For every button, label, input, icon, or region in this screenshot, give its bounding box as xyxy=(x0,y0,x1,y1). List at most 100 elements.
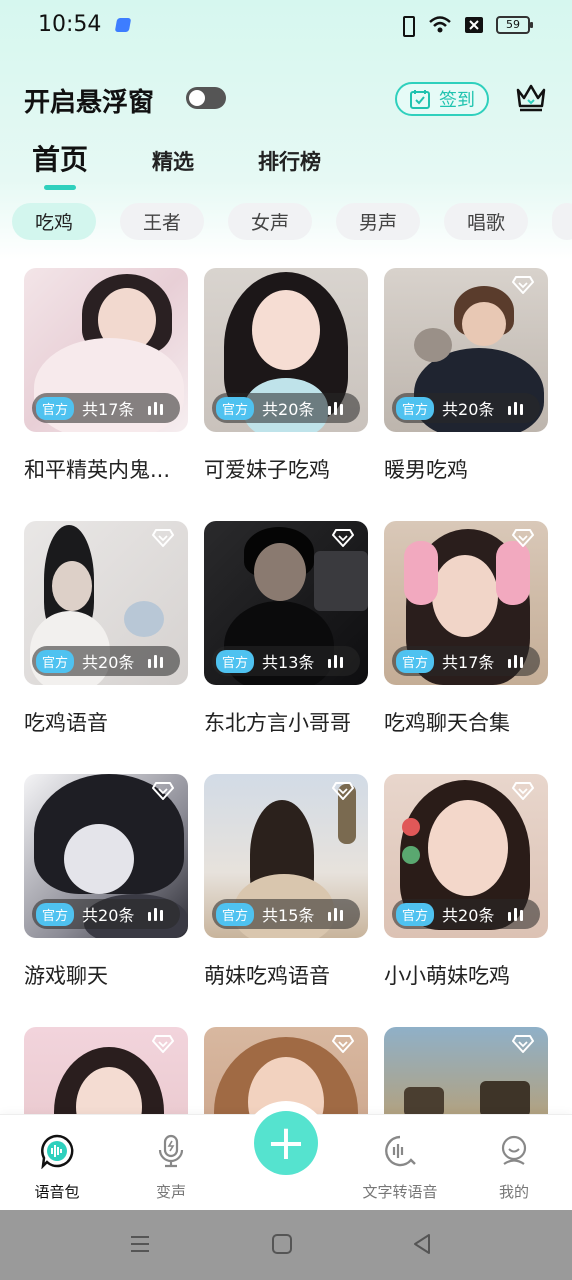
vip-diamond-icon xyxy=(332,782,354,800)
item-count: 共13条 xyxy=(262,653,315,672)
voice-pack-thumbnail: 官方 共20条 xyxy=(384,268,548,432)
app-notification-icon xyxy=(114,18,132,32)
profile-icon xyxy=(501,1135,527,1165)
checkin-button[interactable]: 签到 xyxy=(395,82,489,116)
chip-chicken[interactable]: 吃鸡 xyxy=(12,203,96,240)
audio-bars-icon xyxy=(328,654,344,668)
audio-bars-icon xyxy=(508,907,524,921)
system-nav-bar xyxy=(0,1210,572,1280)
plus-icon: + xyxy=(265,1115,307,1171)
audio-bars-icon xyxy=(148,907,164,921)
item-count: 共20条 xyxy=(442,906,495,925)
vip-diamond-icon xyxy=(512,276,534,294)
audio-bars-icon xyxy=(508,654,524,668)
voice-pack-card[interactable]: 官方 共20条 游戏聊天 xyxy=(24,774,188,1027)
mic-icon xyxy=(158,1134,184,1168)
chip-male-voice[interactable]: 男声 xyxy=(336,203,420,240)
status-icons: 59 xyxy=(398,14,533,37)
card-title: 游戏聊天 xyxy=(24,964,108,988)
voice-pack-card[interactable]: 官方 共20条 可爱妹子吃鸡 xyxy=(204,268,368,521)
vip-diamond-icon xyxy=(152,529,174,547)
card-title: 吃鸡语音 xyxy=(24,711,108,735)
official-tag: 官方 xyxy=(36,396,75,420)
vip-diamond-icon xyxy=(152,1035,174,1053)
nav-profile-label: 我的 xyxy=(498,1183,529,1201)
official-tag: 官方 xyxy=(396,396,435,420)
meta-pill: 官方 共17条 xyxy=(392,646,540,676)
nav-profile[interactable]: 我的 xyxy=(464,1133,564,1202)
voice-pack-thumbnail: 官方 共20条 xyxy=(204,268,368,432)
tab-home-label: 首页 xyxy=(32,144,89,175)
official-tag: 官方 xyxy=(216,649,255,673)
audio-bars-icon xyxy=(508,401,524,415)
voice-pack-card[interactable]: 官方 共13条 东北方言小哥哥 xyxy=(204,521,368,774)
item-count: 共20条 xyxy=(82,906,135,925)
wifi-icon xyxy=(428,15,452,35)
chip-more[interactable] xyxy=(552,203,572,240)
voice-pack-card[interactable]: 官方 共17条 和平精英内鬼... xyxy=(24,268,188,521)
official-tag: 官方 xyxy=(396,649,435,673)
toggle-knob xyxy=(189,90,205,106)
battery-indicator: 59 xyxy=(496,16,533,34)
item-count: 共20条 xyxy=(262,400,315,419)
checkin-label: 签到 xyxy=(439,90,475,111)
tab-featured[interactable]: 精选 xyxy=(152,146,194,176)
vip-diamond-icon xyxy=(332,1035,354,1053)
item-count: 共20条 xyxy=(82,653,135,672)
no-sim-icon xyxy=(464,16,484,34)
tab-home[interactable]: 首页 xyxy=(32,138,89,190)
voice-pack-card[interactable]: 官方 共15条 萌妹吃鸡语音 xyxy=(204,774,368,1027)
audio-bars-icon xyxy=(148,401,164,415)
bottom-nav: 语音包 变声 + 文字转语音 我的 xyxy=(0,1101,572,1210)
voice-pack-thumbnail: 官方 共20条 xyxy=(24,521,188,685)
voice-pack-thumbnail: 官方 共15条 xyxy=(204,774,368,938)
chip-singing[interactable]: 唱歌 xyxy=(444,203,528,240)
item-count: 共17条 xyxy=(442,653,495,672)
meta-pill: 官方 共17条 xyxy=(32,393,180,423)
back-icon[interactable] xyxy=(410,1232,434,1260)
crown-icon[interactable] xyxy=(514,80,548,114)
card-title: 萌妹吃鸡语音 xyxy=(204,964,330,988)
menu-icon[interactable] xyxy=(128,1232,152,1260)
calendar-check-icon xyxy=(410,90,430,109)
nav-voice-pack[interactable]: 语音包 xyxy=(7,1133,107,1202)
text-to-speech-icon xyxy=(385,1135,416,1167)
meta-pill: 官方 共13条 xyxy=(212,646,360,676)
home-icon[interactable] xyxy=(270,1232,294,1260)
card-title: 和平精英内鬼... xyxy=(24,458,171,482)
float-window-toggle[interactable] xyxy=(186,87,226,109)
status-bar: 10:54 59 xyxy=(0,0,572,52)
category-chips: 吃鸡 王者 女声 男声 唱歌 xyxy=(12,203,572,240)
item-count: 共17条 xyxy=(82,400,135,419)
voice-pack-card[interactable]: 官方 共20条 吃鸡语音 xyxy=(24,521,188,774)
add-button[interactable]: + xyxy=(254,1111,318,1175)
chip-king[interactable]: 王者 xyxy=(120,203,204,240)
audio-bars-icon xyxy=(328,401,344,415)
meta-pill: 官方 共15条 xyxy=(212,899,360,929)
voice-pack-thumbnail: 官方 共20条 xyxy=(384,774,548,938)
official-tag: 官方 xyxy=(36,649,75,673)
card-title: 小小萌妹吃鸡 xyxy=(384,964,510,988)
nav-voice-changer-label: 变声 xyxy=(155,1183,186,1201)
official-tag: 官方 xyxy=(216,902,255,926)
voice-pack-thumbnail: 官方 共17条 xyxy=(384,521,548,685)
voice-pack-thumbnail: 官方 共17条 xyxy=(24,268,188,432)
official-tag: 官方 xyxy=(396,902,435,926)
nav-voice-pack-label: 语音包 xyxy=(34,1183,80,1201)
voice-pack-card[interactable]: 官方 共20条 暖男吃鸡 xyxy=(384,268,548,521)
card-title: 东北方言小哥哥 xyxy=(204,711,351,735)
official-tag: 官方 xyxy=(216,396,255,420)
vip-diamond-icon xyxy=(332,529,354,547)
voice-pack-card[interactable]: 官方 共20条 小小萌妹吃鸡 xyxy=(384,774,548,1027)
fab-container: + xyxy=(243,1101,329,1187)
vip-diamond-icon xyxy=(512,1035,534,1053)
chip-female-voice[interactable]: 女声 xyxy=(228,203,312,240)
meta-pill: 官方 共20条 xyxy=(32,646,180,676)
card-title: 吃鸡聊天合集 xyxy=(384,711,510,735)
vibrate-icon xyxy=(398,14,416,37)
tab-ranking[interactable]: 排行榜 xyxy=(258,146,321,176)
vip-diamond-icon xyxy=(152,782,174,800)
nav-voice-changer[interactable]: 变声 xyxy=(121,1133,221,1202)
nav-text-to-speech[interactable]: 文字转语音 xyxy=(350,1133,450,1202)
voice-pack-card[interactable]: 官方 共17条 吃鸡聊天合集 xyxy=(384,521,548,774)
